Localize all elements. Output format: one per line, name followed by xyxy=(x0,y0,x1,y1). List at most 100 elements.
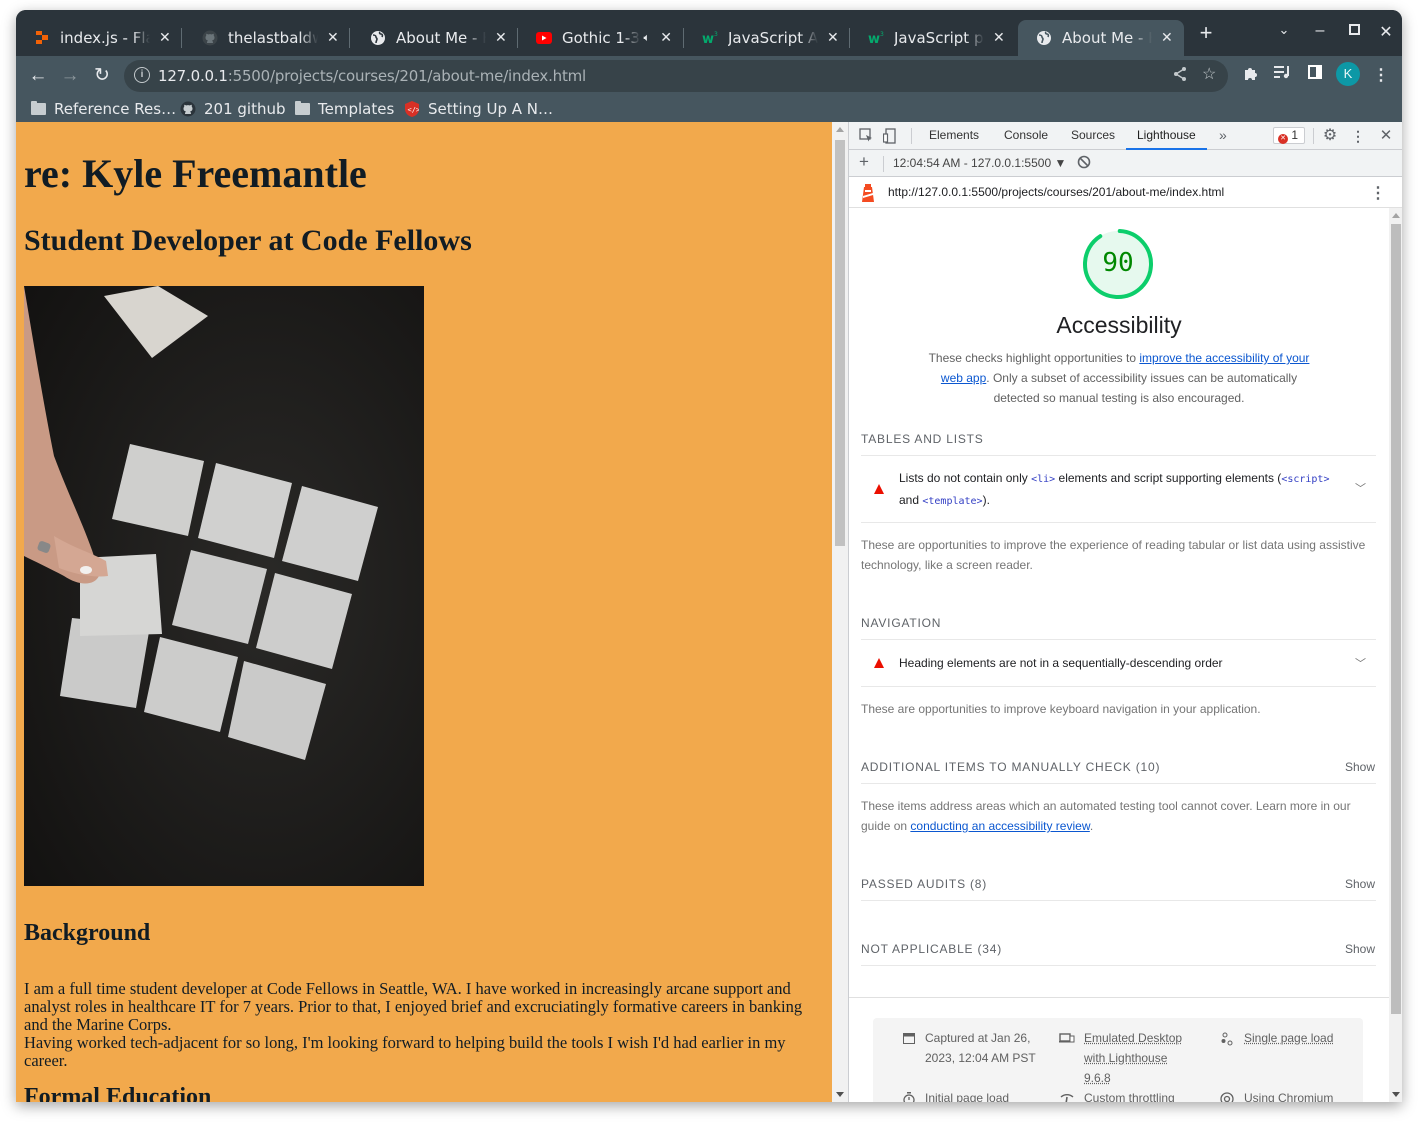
tab-about-me[interactable]: About Me - Kyle Freemantle ✕ xyxy=(352,20,518,56)
scroll-thumb[interactable] xyxy=(1391,224,1401,1014)
emulated-device[interactable]: Emulated Desktop with Lighthouse 9.6.8 xyxy=(1084,1028,1196,1088)
tab-about-me-active[interactable]: About Me - Kyle Freemantle ✕ xyxy=(1018,20,1184,56)
tab-youtube[interactable]: Gothic 1-3 soundtrack 🔈︎ ✕ xyxy=(518,20,684,56)
reload-icon[interactable]: ↻ xyxy=(90,64,114,88)
svg-text:w: w xyxy=(702,32,714,45)
tab-separator xyxy=(349,28,350,48)
group-title-tables-lists: Tables and lists xyxy=(861,432,984,446)
section-heading-background: Background xyxy=(24,920,151,946)
svg-text:3: 3 xyxy=(880,31,884,38)
tab-w3schools-array[interactable]: w3 JavaScript Array ✕ xyxy=(684,20,850,56)
divider xyxy=(861,783,1376,784)
bookmark-reference-resources[interactable]: Reference Res… xyxy=(30,96,176,122)
error-count-badge[interactable]: ✕ 1 xyxy=(1273,127,1305,144)
new-tab-button[interactable]: + xyxy=(1196,22,1216,46)
tab-github[interactable]: thelastbaldwin ✕ xyxy=(184,20,350,56)
tab-w3schools-parse[interactable]: w3 JavaScript parse ✕ xyxy=(850,20,1016,56)
show-not-applicable-button[interactable]: Show xyxy=(1345,942,1375,956)
back-icon[interactable]: ← xyxy=(26,64,50,88)
warning-triangle-icon xyxy=(874,484,884,494)
tab-elements[interactable]: Elements xyxy=(929,122,979,150)
bookmark-star-icon[interactable]: ☆ xyxy=(1202,64,1216,84)
close-window-icon[interactable]: ✕ xyxy=(1376,22,1396,42)
extensions-puzzle-icon[interactable] xyxy=(1240,65,1262,86)
audio-playing-icon[interactable]: 🔈︎ xyxy=(644,31,651,45)
device-toolbar-icon[interactable] xyxy=(881,128,899,147)
close-devtools-icon[interactable]: ✕ xyxy=(1377,128,1395,144)
close-tab-icon[interactable]: ✕ xyxy=(826,30,840,46)
tab-separator xyxy=(181,28,182,48)
devtools-panel: Elements Console Sources Lighthouse » ✕ … xyxy=(848,122,1402,1102)
scroll-thumb[interactable] xyxy=(835,140,845,546)
scroll-down-arrow-icon[interactable] xyxy=(1392,1092,1400,1097)
accessibility-review-link[interactable]: conducting an accessibility review xyxy=(910,819,1089,833)
tab-lighthouse[interactable]: Lighthouse xyxy=(1126,122,1207,150)
bookmark-setting-up[interactable]: </> Setting Up A N… xyxy=(404,96,553,122)
warning-triangle-icon xyxy=(874,658,884,668)
tab-console[interactable]: Console xyxy=(1004,122,1048,150)
site-info-icon[interactable]: i xyxy=(134,67,150,83)
report-url[interactable]: http://127.0.0.1:5500/projects/courses/2… xyxy=(888,185,1224,199)
tab-replit[interactable]: index.js - Flawed ✕ xyxy=(16,20,182,56)
navigation-mode[interactable]: Single page load xyxy=(1244,1028,1333,1048)
inspect-element-icon[interactable] xyxy=(857,128,875,145)
show-passed-audits-button[interactable]: Show xyxy=(1345,877,1375,891)
w3schools-icon: w3 xyxy=(868,30,884,46)
profile-avatar[interactable]: K xyxy=(1336,62,1360,86)
audit-list-items[interactable]: Lists do not contain only <li> elements … xyxy=(861,456,1376,522)
maximize-icon[interactable] xyxy=(1344,22,1364,40)
close-tab-icon[interactable]: ✕ xyxy=(992,30,1006,46)
page-title: re: Kyle Freemantle xyxy=(24,151,367,196)
browser-version[interactable]: Using Chromium xyxy=(1244,1088,1333,1102)
scroll-down-arrow-icon[interactable] xyxy=(836,1092,844,1097)
github-icon xyxy=(180,101,196,117)
tab-search-chevron-icon[interactable]: ⌄ xyxy=(1274,22,1294,38)
report-selector[interactable]: 12:04:54 AM - 127.0.0.1:5500 ▼ xyxy=(893,156,1066,170)
report-scrollbar[interactable] xyxy=(1389,208,1402,1102)
group-title-passed-audits[interactable]: Passed audits (8) xyxy=(861,877,987,891)
close-tab-icon[interactable]: ✕ xyxy=(658,30,674,46)
side-panel-icon[interactable] xyxy=(1304,65,1326,84)
close-tab-icon[interactable]: ✕ xyxy=(158,30,172,46)
divider xyxy=(849,997,1389,998)
expand-chevron-icon[interactable]: ﹀ xyxy=(1355,655,1366,671)
scroll-up-arrow-icon[interactable] xyxy=(836,127,844,132)
forward-icon[interactable]: → xyxy=(58,64,82,88)
tab-title: thelastbaldwin xyxy=(228,29,318,47)
bookmark-label: 201 github xyxy=(204,100,286,118)
group-title-manual-checks[interactable]: Additional items to manually check (10) xyxy=(861,760,1160,774)
clear-reports-icon[interactable] xyxy=(1075,155,1093,172)
minimize-icon[interactable]: – xyxy=(1310,22,1330,40)
bio-paragraph: Having worked tech-adjacent for so long,… xyxy=(24,1033,786,1070)
new-report-plus-icon[interactable]: + xyxy=(855,153,873,170)
bookmark-templates[interactable]: Templates xyxy=(294,96,394,122)
scroll-up-arrow-icon[interactable] xyxy=(1392,213,1400,218)
expand-chevron-icon[interactable]: ﹀ xyxy=(1355,480,1366,496)
devtools-menu-icon[interactable]: ⋮ xyxy=(1349,128,1367,144)
show-manual-checks-button[interactable]: Show xyxy=(1345,760,1375,774)
page-scrollbar[interactable] xyxy=(832,122,848,1102)
tab-title: Gothic 1-3 soundtrack xyxy=(562,29,640,47)
category-title: Accessibility xyxy=(1056,312,1182,338)
share-icon[interactable] xyxy=(1172,66,1188,87)
initial-page-load: Initial page load xyxy=(925,1091,1010,1102)
group-title-not-applicable[interactable]: Not applicable (34) xyxy=(861,942,1002,956)
throttling[interactable]: Custom throttling xyxy=(1084,1088,1175,1102)
bookmarks-bar: Reference Res… 201 github Templates </> … xyxy=(16,96,1402,122)
audit-heading-order[interactable]: Heading elements are not in a sequential… xyxy=(861,640,1376,686)
close-tab-icon[interactable]: ✕ xyxy=(326,30,340,46)
report-menu-icon[interactable]: ⋮ xyxy=(1370,183,1386,203)
settings-gear-icon[interactable]: ⚙ xyxy=(1321,128,1339,144)
browser-menu-icon[interactable]: ⋮ xyxy=(1370,65,1392,85)
group-description: These are opportunities to improve the e… xyxy=(861,538,1366,572)
bookmark-201-github[interactable]: 201 github xyxy=(180,96,286,122)
address-bar[interactable]: i 127.0.0.1:5500/projects/courses/201/ab… xyxy=(124,60,1228,92)
close-tab-icon[interactable]: ✕ xyxy=(494,30,508,46)
close-tab-icon[interactable]: ✕ xyxy=(1160,30,1174,46)
emulated-device-icon xyxy=(1059,1032,1075,1047)
media-queue-icon[interactable] xyxy=(1272,65,1294,84)
more-tabs-icon[interactable]: » xyxy=(1219,122,1227,150)
address-url[interactable]: 127.0.0.1:5500/projects/courses/201/abou… xyxy=(158,67,586,85)
tab-sources[interactable]: Sources xyxy=(1071,122,1115,150)
bio-text: I am a full time student developer at Co… xyxy=(24,980,824,1070)
